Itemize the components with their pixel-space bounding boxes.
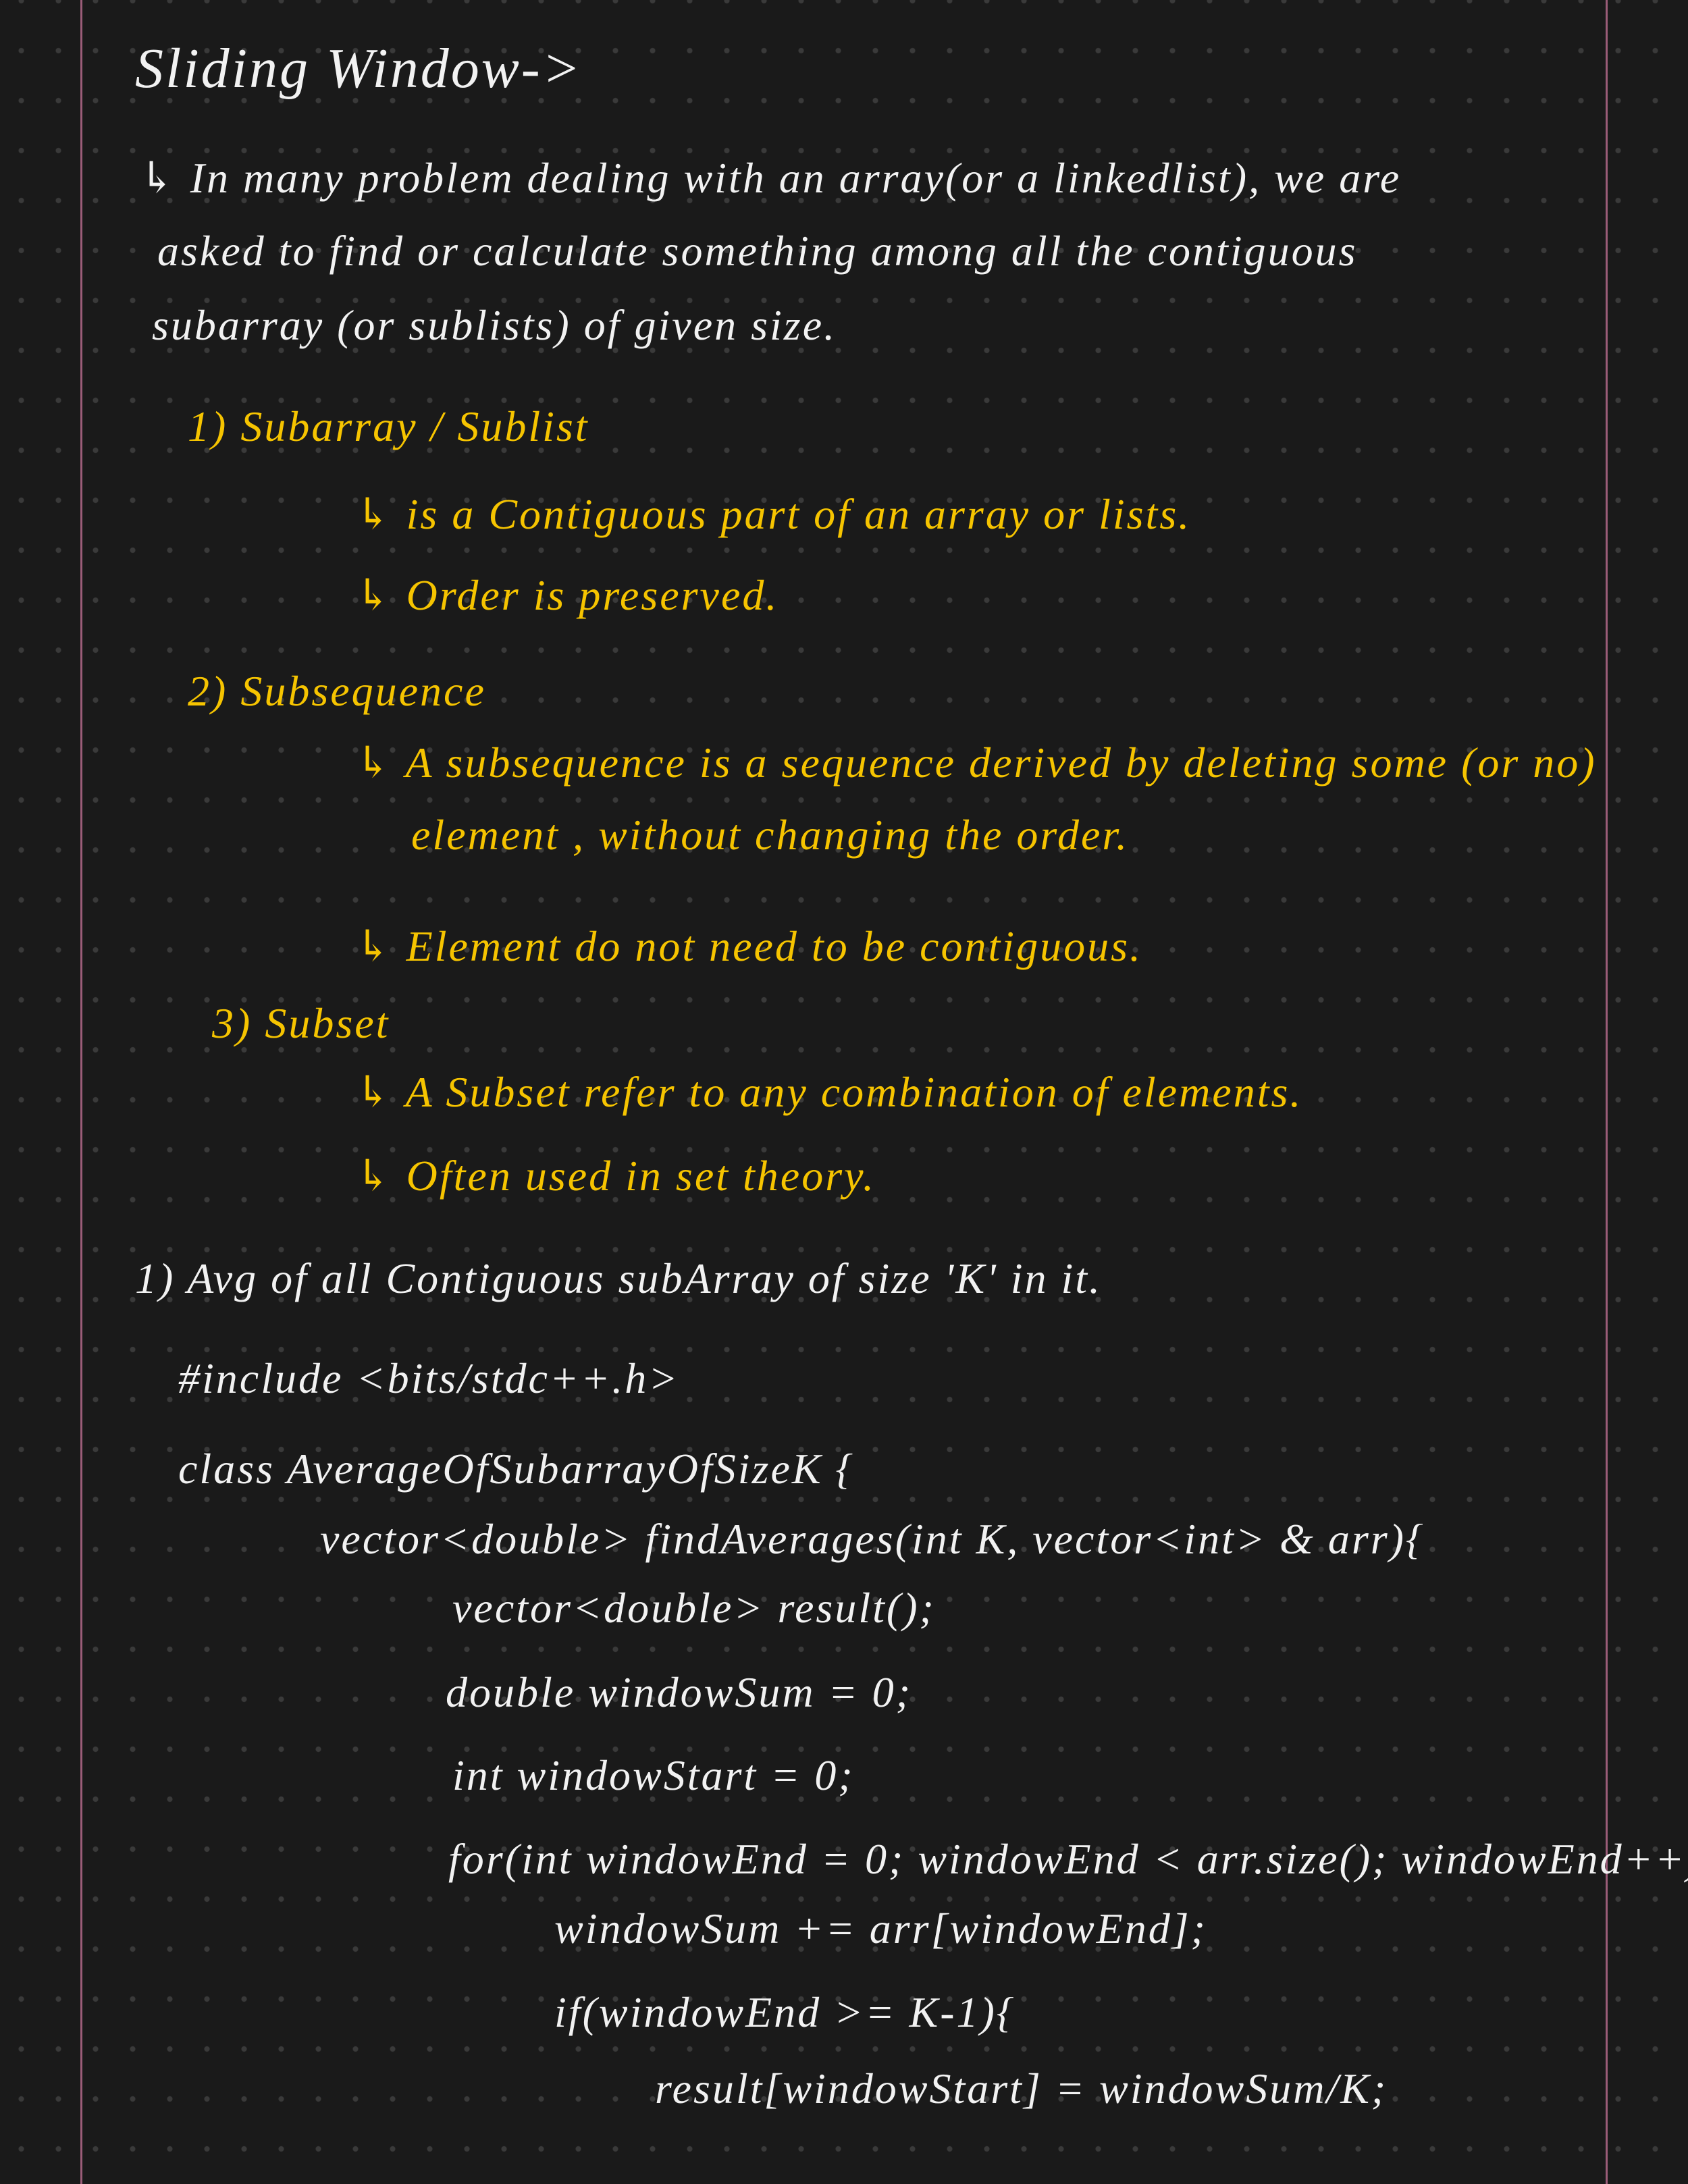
intro-line: asked to find or calculate something amo… (157, 227, 1358, 275)
subset-heading: 3) Subset (212, 999, 390, 1047)
intro-line: subarray (or sublists) of given size. (152, 301, 837, 349)
subset-point: ↳ Often used in set theory. (355, 1152, 876, 1200)
code-line: for(int windowEnd = 0; windowEnd < arr.s… (448, 1835, 1688, 1883)
problem-heading: 1) Avg of all Contiguous subArray of siz… (135, 1254, 1103, 1302)
left-margin-line (80, 0, 82, 2184)
code-line: windowSum += arr[windowEnd]; (554, 1905, 1207, 1952)
code-line: vector<double> result(); (452, 1584, 936, 1632)
subsequence-point: element , without changing the order. (411, 811, 1130, 859)
code-line: int windowStart = 0; (452, 1751, 855, 1799)
subset-point: ↳ A Subset refer to any combination of e… (355, 1068, 1303, 1116)
code-line: if(windowEnd >= K-1){ (554, 1988, 1016, 2036)
subsequence-heading: 2) Subsequence (188, 667, 486, 715)
subarray-point: ↳ Order is preserved. (355, 571, 779, 619)
subsequence-point: ↳ A subsequence is a sequence derived by… (355, 739, 1597, 787)
subarray-heading: 1) Subarray / Sublist (188, 402, 589, 450)
intro-line: ↳ In many problem dealing with an array(… (139, 154, 1402, 202)
code-line: double windowSum = 0; (446, 1668, 913, 1716)
code-line: vector<double> findAverages(int K, vecto… (320, 1515, 1425, 1563)
code-line: result[windowStart] = windowSum/K; (655, 2065, 1388, 2112)
code-line: class AverageOfSubarrayOfSizeK { (178, 1445, 855, 1493)
code-line: #include <bits/stdc++.h> (178, 1354, 680, 1402)
page-title: Sliding Window-> (135, 37, 583, 100)
subsequence-point: ↳ Element do not need to be contiguous. (355, 922, 1142, 970)
subarray-point: ↳ is a Contiguous part of an array or li… (355, 490, 1192, 538)
